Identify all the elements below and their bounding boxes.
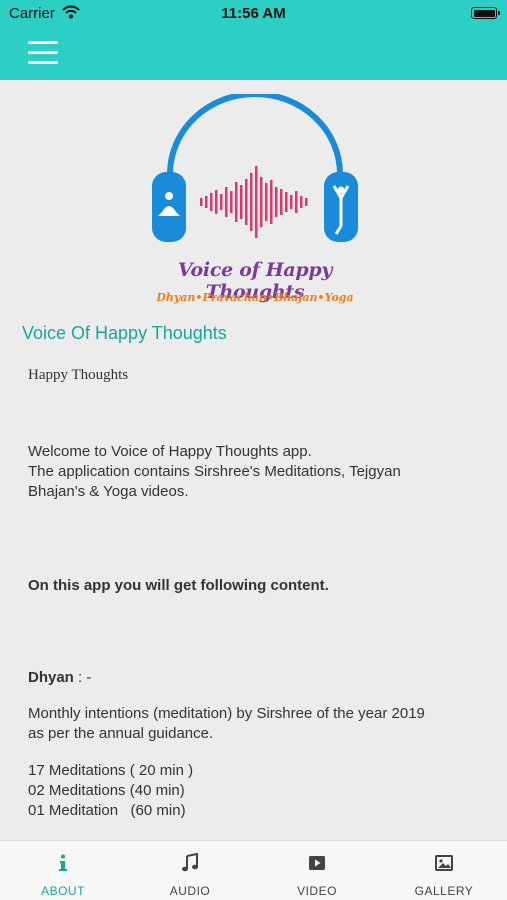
status-bar: Carrier 11:56 AM [0, 0, 507, 26]
dhyan-heading: Dhyan : - [28, 669, 92, 686]
content-intro: On this app you will get following conte… [28, 577, 329, 594]
tab-audio[interactable]: AUDIO [127, 841, 253, 900]
headphones-logo-icon [152, 91, 358, 242]
app-heading: Voice Of Happy Thoughts [22, 323, 227, 343]
bottom-tab-bar: ABOUT AUDIO VIDEO GALLERY [0, 840, 507, 900]
list-item: 01 Meditation (60 min) [28, 802, 186, 819]
music-note-icon [127, 852, 253, 873]
about-content: Voice of Happy Thoughts Dhyan•Pravachan•… [0, 80, 507, 840]
meditations-list: 17 Meditations ( 20 min ) 02 Meditations… [28, 761, 193, 821]
intentions-text: Monthly intentions (meditation) by Sirsh… [28, 705, 425, 742]
hamburger-menu-icon[interactable] [26, 39, 62, 67]
video-play-icon [254, 853, 380, 873]
gallery-image-icon [381, 853, 507, 873]
status-time: 11:56 AM [221, 5, 286, 22]
tab-about[interactable]: ABOUT [0, 841, 126, 900]
tab-gallery[interactable]: GALLERY [381, 841, 507, 900]
tab-video[interactable]: VIDEO [254, 841, 380, 900]
app-bar [0, 26, 507, 80]
list-item: 17 Meditations ( 20 min ) [28, 762, 194, 779]
info-icon [0, 853, 126, 873]
app-logo: Voice of Happy Thoughts Dhyan•Pravachan•… [140, 91, 370, 309]
welcome-text: Welcome to Voice of Happy Thoughts app. … [28, 443, 401, 500]
battery-icon [471, 7, 500, 19]
list-item: 02 Meditations (40 min) [28, 782, 185, 799]
logo-subtitle: Dhyan•Pravachan•Bhajan•Yoga [156, 291, 354, 304]
sub-heading: Happy Thoughts [28, 367, 129, 383]
